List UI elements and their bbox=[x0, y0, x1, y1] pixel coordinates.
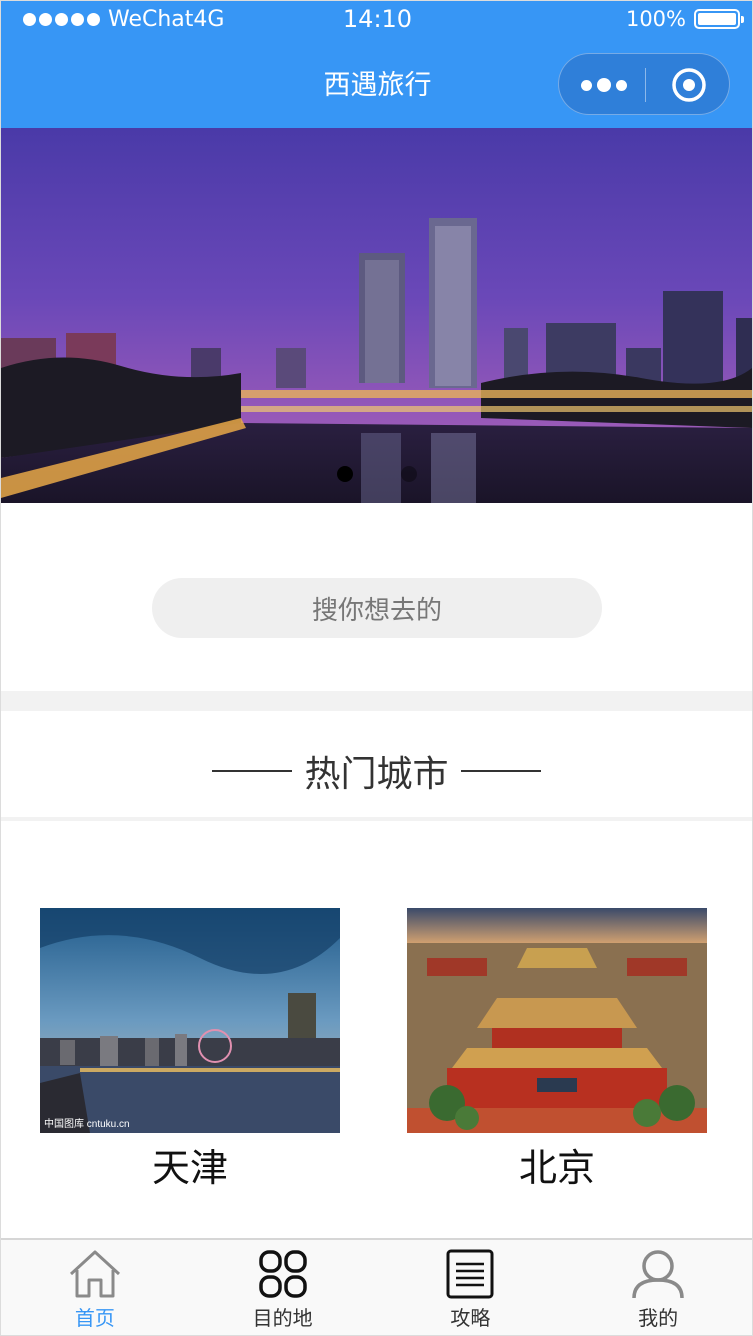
city-name: 北京 bbox=[518, 1146, 595, 1190]
hot-cities-heading: 热门城市 bbox=[1, 741, 752, 801]
city-card-beijing[interactable]: 北京 bbox=[407, 908, 707, 1192]
hot-cities-title: 热门城市 bbox=[304, 754, 449, 795]
carousel-pager bbox=[337, 466, 417, 482]
tab-guides[interactable]: 攻略 bbox=[377, 1240, 565, 1335]
heading-line-left bbox=[212, 770, 293, 772]
status-bar: WeChat4G 14:10 100% bbox=[1, 1, 752, 41]
top-bar: WeChat4G 14:10 100% 西遇旅行 bbox=[1, 1, 752, 128]
section-separator bbox=[1, 691, 752, 711]
tab-label: 攻略 bbox=[450, 1306, 491, 1330]
banner-image-city-night bbox=[1, 128, 752, 503]
home-icon bbox=[69, 1250, 120, 1298]
battery-icon bbox=[694, 9, 744, 29]
tab-profile[interactable]: 我的 bbox=[564, 1240, 752, 1335]
close-mini-program-icon[interactable] bbox=[671, 67, 707, 103]
pager-dot-active[interactable] bbox=[337, 466, 353, 482]
mini-program-capsule bbox=[558, 53, 730, 115]
tab-home[interactable]: 首页 bbox=[1, 1240, 189, 1335]
city-image-tianjin[interactable]: 中国图库 cntuku.cn bbox=[40, 908, 340, 1133]
heading-divider bbox=[1, 817, 752, 821]
battery-percent: 100% bbox=[625, 7, 686, 31]
phone-frame: WeChat4G 14:10 100% 西遇旅行 搜你想去的 热门城市 中国图库… bbox=[0, 0, 753, 1336]
capsule-divider bbox=[645, 68, 646, 102]
city-image-beijing[interactable] bbox=[407, 908, 707, 1133]
user-icon bbox=[632, 1250, 684, 1299]
grid-icon bbox=[258, 1250, 307, 1298]
tab-destinations[interactable]: 目的地 bbox=[189, 1240, 377, 1335]
tab-label: 目的地 bbox=[252, 1306, 313, 1330]
city-card-tianjin[interactable]: 中国图库 cntuku.cn 天津 bbox=[40, 908, 340, 1192]
tab-label: 我的 bbox=[638, 1306, 679, 1330]
tab-label: 首页 bbox=[74, 1306, 115, 1330]
document-icon bbox=[446, 1249, 494, 1299]
heading-line-right bbox=[460, 770, 541, 772]
image-watermark: 中国图库 cntuku.cn bbox=[44, 1117, 130, 1130]
battery-indicator: 100% bbox=[625, 7, 744, 31]
more-options-icon[interactable] bbox=[581, 74, 633, 96]
bottom-tab-bar: 首页 目的地 攻略 我的 bbox=[1, 1238, 752, 1335]
pager-dot[interactable] bbox=[401, 466, 417, 482]
search-input[interactable]: 搜你想去的 bbox=[152, 578, 602, 638]
banner-carousel[interactable] bbox=[1, 128, 752, 503]
city-name: 天津 bbox=[151, 1146, 228, 1190]
